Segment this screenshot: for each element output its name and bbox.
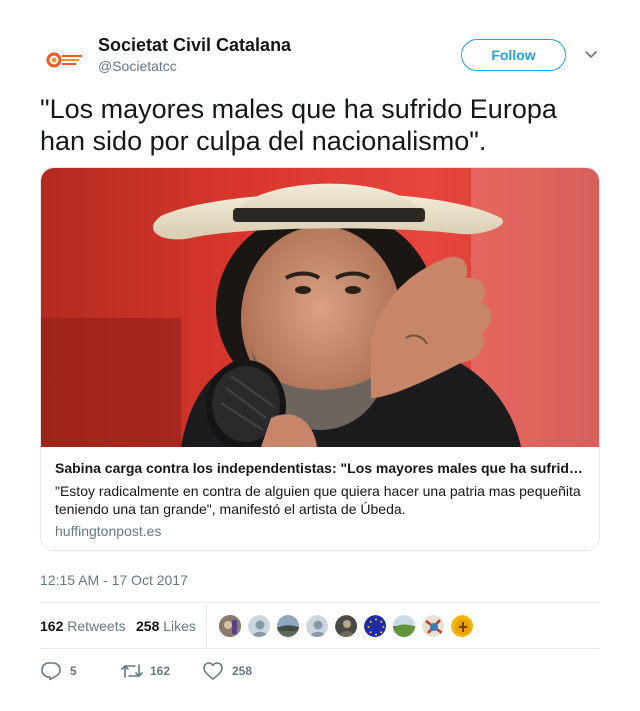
card-image[interactable] [41, 168, 599, 447]
liker-avatar[interactable] [305, 614, 329, 638]
reply-icon [41, 662, 61, 681]
liker-avatar[interactable] [421, 614, 445, 638]
retweet-count: 162 [150, 664, 171, 678]
tweet-timestamp[interactable]: 12:15 AM - 17 Oct 2017 [40, 572, 188, 588]
likes-label: Likes [163, 618, 196, 634]
liker-avatar[interactable] [392, 614, 416, 638]
retweet-icon [121, 664, 143, 678]
card-title[interactable]: Sabina carga contra los independentistas… [55, 460, 587, 476]
account-handle[interactable]: @Societatcc [98, 58, 177, 74]
retweet-button[interactable]: 162 [120, 660, 200, 682]
card-photo [41, 168, 599, 447]
liker-avatar[interactable] [276, 614, 300, 638]
caret-down-icon[interactable] [583, 47, 599, 63]
account-avatar[interactable] [40, 36, 88, 84]
liker-avatar[interactable] [450, 614, 474, 638]
tweet-stats: 162 Retweets 258 Likes [40, 602, 600, 649]
retweets-stat[interactable]: 162 Retweets [40, 618, 126, 634]
card-description: "Estoy radicalmente en contra de alguien… [55, 483, 581, 517]
societat-civil-logo [40, 36, 88, 84]
like-button[interactable]: 258 [202, 660, 282, 682]
liker-avatar[interactable] [247, 614, 271, 638]
reply-count: 5 [70, 664, 77, 678]
link-card[interactable]: Sabina carga contra los independentistas… [40, 167, 600, 551]
retweets-count: 162 [40, 618, 64, 634]
likes-count: 258 [136, 618, 160, 634]
likes-stat[interactable]: 258 Likes [136, 618, 196, 634]
tweet-header: Societat Civil Catalana @Societatcc Foll… [40, 34, 600, 84]
liker-avatar[interactable] [218, 614, 242, 638]
reply-button[interactable]: 5 [40, 660, 100, 682]
liker-avatar[interactable] [363, 614, 387, 638]
heart-icon [203, 662, 223, 680]
like-count: 258 [232, 664, 253, 678]
liker-avatar[interactable] [334, 614, 358, 638]
card-domain[interactable]: huffingtonpost.es [55, 523, 161, 539]
retweets-label: Retweets [67, 618, 126, 634]
account-display-name[interactable]: Societat Civil Catalana [98, 35, 291, 56]
stats-divider [206, 603, 207, 649]
tweet-actions: 5 162 258 [40, 660, 600, 684]
follow-button[interactable]: Follow [461, 39, 566, 71]
tweet-text: "Los mayores males que ha sufrido Europa… [40, 94, 557, 156]
